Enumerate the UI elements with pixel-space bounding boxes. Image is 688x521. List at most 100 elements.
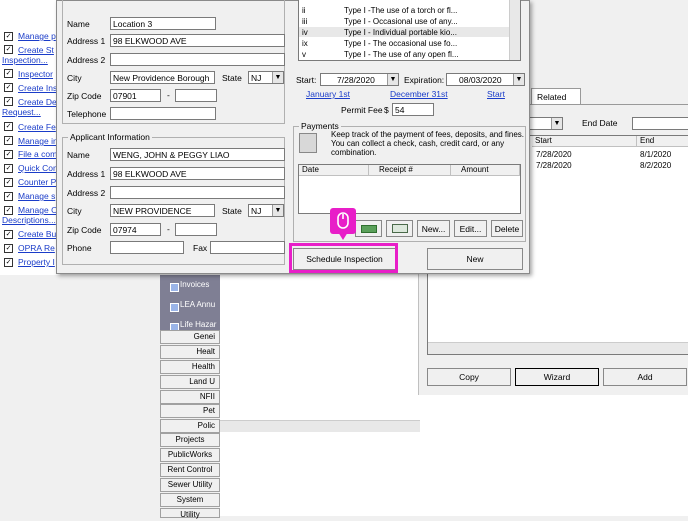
january-1st-link[interactable]: January 1st bbox=[306, 89, 350, 99]
december-31st-link[interactable]: December 31st bbox=[390, 89, 448, 99]
permit-dialog: Name Location 3 Address 1 98 ELKWOOD AVE… bbox=[56, 0, 530, 274]
permit-type-desc[interactable]: Type I - The use of any open fl... bbox=[344, 50, 459, 60]
delete-payment-button[interactable]: Delete bbox=[491, 220, 523, 237]
category-land-use[interactable]: Land U bbox=[160, 375, 220, 389]
applicant-address2-field[interactable] bbox=[110, 186, 285, 199]
category-publicworks[interactable]: PublicWorks bbox=[160, 448, 220, 462]
new-button[interactable]: New bbox=[427, 248, 523, 270]
permit-type-desc[interactable]: Type I - Individual portable kio... bbox=[344, 28, 457, 38]
category-police[interactable]: Polic bbox=[160, 419, 220, 433]
nav-link-create-ins[interactable]: Create Ins bbox=[18, 83, 57, 93]
permit-type-code[interactable]: iv bbox=[302, 28, 308, 38]
nav-link-manage-o[interactable]: Manage O bbox=[18, 205, 58, 215]
applicant-city-field[interactable]: NEW PROVIDENCE bbox=[110, 204, 215, 217]
category-nfir[interactable]: NFII bbox=[160, 390, 220, 404]
tab-related[interactable]: Related bbox=[531, 88, 581, 104]
expiration-date-picker[interactable]: 08/03/2020 ▼ bbox=[446, 73, 525, 86]
col-end[interactable]: End bbox=[637, 136, 688, 147]
location-zip-field[interactable]: 07901 bbox=[110, 89, 161, 102]
state-label: State bbox=[222, 206, 242, 216]
col-date[interactable]: Date bbox=[299, 165, 369, 176]
applicant-state-select[interactable]: NJ ▼ bbox=[248, 204, 284, 217]
applicant-name-field[interactable]: WENG, JOHN & PEGGY LIAO bbox=[110, 148, 285, 161]
cash-payment-button[interactable] bbox=[355, 220, 382, 237]
nav-link-manage-in[interactable]: Manage in bbox=[18, 136, 58, 146]
nav-link-manage-p[interactable]: Manage p bbox=[18, 31, 56, 41]
nav-link-request[interactable]: Request... bbox=[2, 107, 41, 117]
check-icon bbox=[391, 224, 408, 233]
cell-end[interactable]: 8/1/2020 bbox=[640, 150, 671, 160]
permit-type-code[interactable]: v bbox=[302, 50, 306, 60]
copy-button[interactable]: Copy bbox=[427, 368, 511, 386]
start-link[interactable]: Start bbox=[487, 89, 505, 99]
nav-link-quick-com[interactable]: Quick Com bbox=[18, 163, 60, 173]
end-date-filter[interactable] bbox=[632, 117, 688, 130]
nav-link-create-bu[interactable]: Create Bu bbox=[18, 229, 56, 239]
category-rent-control[interactable]: Rent Control bbox=[160, 463, 220, 477]
mouse-click-indicator bbox=[330, 208, 356, 234]
task-nav-panel: ✓ Manage p ✓ Create St Inspection... ✓ I… bbox=[0, 0, 60, 275]
category-sewer-utility[interactable]: Sewer Utility bbox=[160, 478, 220, 492]
applicant-zip-field[interactable]: 07974 bbox=[110, 223, 161, 236]
permit-type-desc[interactable]: Type I -The use of a torch or fl... bbox=[344, 6, 457, 16]
nav-link-file-a-com[interactable]: File a com bbox=[18, 149, 57, 159]
location-address1-field[interactable]: 98 ELKWOOD AVE bbox=[110, 34, 285, 47]
applicant-zip-ext-field[interactable] bbox=[175, 223, 217, 236]
permit-type-desc[interactable]: Type I - The occasional use fo... bbox=[344, 39, 457, 49]
payments-list[interactable]: Date Receipt # Amount bbox=[298, 164, 521, 214]
permit-type-code[interactable]: ii bbox=[302, 6, 306, 16]
nav-link-property[interactable]: Property I bbox=[18, 257, 55, 267]
nav-link-create-fe[interactable]: Create Fe bbox=[18, 122, 56, 132]
category-projects[interactable]: Projects bbox=[160, 433, 220, 447]
list-scrollbar[interactable] bbox=[509, 0, 520, 60]
edit-payment-button[interactable]: Edit... bbox=[454, 220, 487, 237]
start-date-picker[interactable]: 7/28/2020 ▼ bbox=[320, 73, 399, 86]
location-zip-ext-field[interactable] bbox=[175, 89, 217, 102]
nav-link-counter-p[interactable]: Counter P bbox=[18, 177, 56, 187]
nav-link-create-de[interactable]: Create De bbox=[18, 97, 57, 107]
cell-end[interactable]: 8/2/2020 bbox=[640, 161, 671, 171]
nav-link-descriptions[interactable]: Descriptions... bbox=[2, 215, 56, 225]
category-pet[interactable]: Pet bbox=[160, 404, 220, 418]
check-payment-button[interactable] bbox=[386, 220, 413, 237]
location-name-field[interactable]: Location 3 bbox=[110, 17, 216, 30]
col-amount[interactable]: Amount bbox=[451, 165, 520, 176]
col-receipt[interactable]: Receipt # bbox=[369, 165, 451, 176]
grid-scrollbar[interactable] bbox=[428, 342, 688, 354]
category-health-2[interactable]: Health bbox=[160, 360, 220, 374]
nav-link-inspector[interactable]: Inspector bbox=[18, 69, 53, 79]
location-state-select[interactable]: NJ ▼ bbox=[248, 71, 284, 84]
location-address2-field[interactable] bbox=[110, 53, 285, 66]
cell-start[interactable]: 7/28/2020 bbox=[536, 150, 572, 160]
permit-type-list[interactable]: ii Type I -The use of a torch or fl... i… bbox=[298, 0, 521, 61]
applicant-fax-field[interactable] bbox=[210, 241, 285, 254]
name-label: Name bbox=[67, 150, 90, 160]
horizontal-scrollbar[interactable] bbox=[220, 420, 420, 432]
permit-type-code[interactable]: iii bbox=[302, 17, 307, 27]
end-date-label: End Date bbox=[582, 118, 618, 128]
nav-link-inspection[interactable]: Inspection... bbox=[2, 55, 48, 65]
add-button[interactable]: Add bbox=[603, 368, 687, 386]
task-icon: ✓ bbox=[4, 244, 13, 253]
applicant-address1-field[interactable]: 98 ELKWOOD AVE bbox=[110, 167, 285, 180]
category-utility[interactable]: Utility bbox=[160, 508, 220, 519]
nav-link-opra-re[interactable]: OPRA Re bbox=[18, 243, 55, 253]
nav-link-create-st[interactable]: Create St bbox=[18, 45, 54, 55]
applicant-phone-field[interactable] bbox=[110, 241, 184, 254]
nav-link-manage-s[interactable]: Manage s bbox=[18, 191, 55, 201]
side-item-lea-annual[interactable]: LEA Annu bbox=[160, 300, 220, 313]
category-health[interactable]: Healt bbox=[160, 345, 220, 359]
new-payment-button[interactable]: New... bbox=[417, 220, 450, 237]
side-item-invoices[interactable]: Invoices bbox=[160, 280, 220, 293]
col-start[interactable]: Start bbox=[532, 136, 637, 147]
wizard-button[interactable]: Wizard bbox=[515, 368, 599, 386]
location-city-field[interactable]: New Providence Borough bbox=[110, 71, 215, 84]
cell-start[interactable]: 7/28/2020 bbox=[536, 161, 572, 171]
location-telephone-field[interactable] bbox=[110, 107, 216, 120]
category-general[interactable]: Genei bbox=[160, 330, 220, 344]
permit-type-desc[interactable]: Type I - Occasional use of any... bbox=[344, 17, 458, 27]
start-date-filter[interactable]: ▼ bbox=[529, 117, 563, 130]
permit-type-code[interactable]: ix bbox=[302, 39, 308, 49]
category-system[interactable]: System bbox=[160, 493, 220, 507]
permit-fee-field[interactable]: 54 bbox=[392, 103, 434, 116]
